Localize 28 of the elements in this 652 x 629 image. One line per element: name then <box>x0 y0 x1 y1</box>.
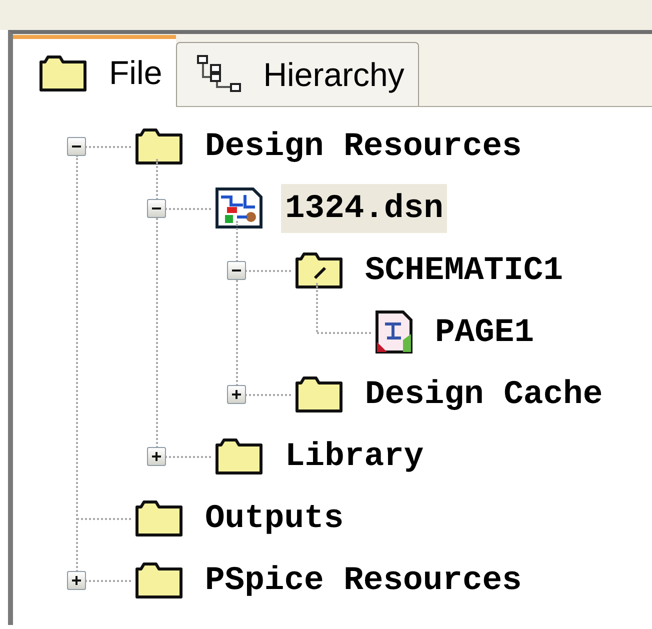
tree-item[interactable]: 1324.dsn <box>281 184 448 232</box>
folder-icon <box>135 561 183 599</box>
plus-icon <box>231 388 242 400</box>
tree-item[interactable]: Outputs <box>201 494 348 542</box>
folder-icon <box>215 437 263 475</box>
plus-icon <box>151 450 162 462</box>
tree-item[interactable]: PAGE1 <box>431 308 538 356</box>
expander-button[interactable] <box>227 260 246 280</box>
tab[interactable]: Hierarchy <box>176 42 420 106</box>
folder-icon <box>295 375 343 413</box>
tree-item[interactable]: Design Resources <box>201 122 526 170</box>
tree-item[interactable]: SCHEMATIC1 <box>361 246 568 294</box>
schematic-file-icon <box>215 187 263 229</box>
expander-button[interactable] <box>147 446 166 466</box>
tree-item[interactable]: PSpice Resources <box>201 556 526 604</box>
tree-item[interactable]: Library <box>281 432 428 480</box>
expander-button[interactable] <box>227 384 246 404</box>
tree-item[interactable]: Design Cache <box>361 370 607 418</box>
expander-button[interactable] <box>67 570 86 590</box>
folder-icon <box>135 127 183 165</box>
expander-button[interactable] <box>147 198 166 218</box>
folder-icon <box>135 499 183 537</box>
tab[interactable]: File <box>13 35 176 107</box>
schematic-folder-icon <box>295 251 343 289</box>
schematic-page-icon <box>375 310 413 354</box>
plus-icon <box>71 574 82 586</box>
folder-icon <box>39 54 87 92</box>
expander-button[interactable] <box>67 136 86 156</box>
